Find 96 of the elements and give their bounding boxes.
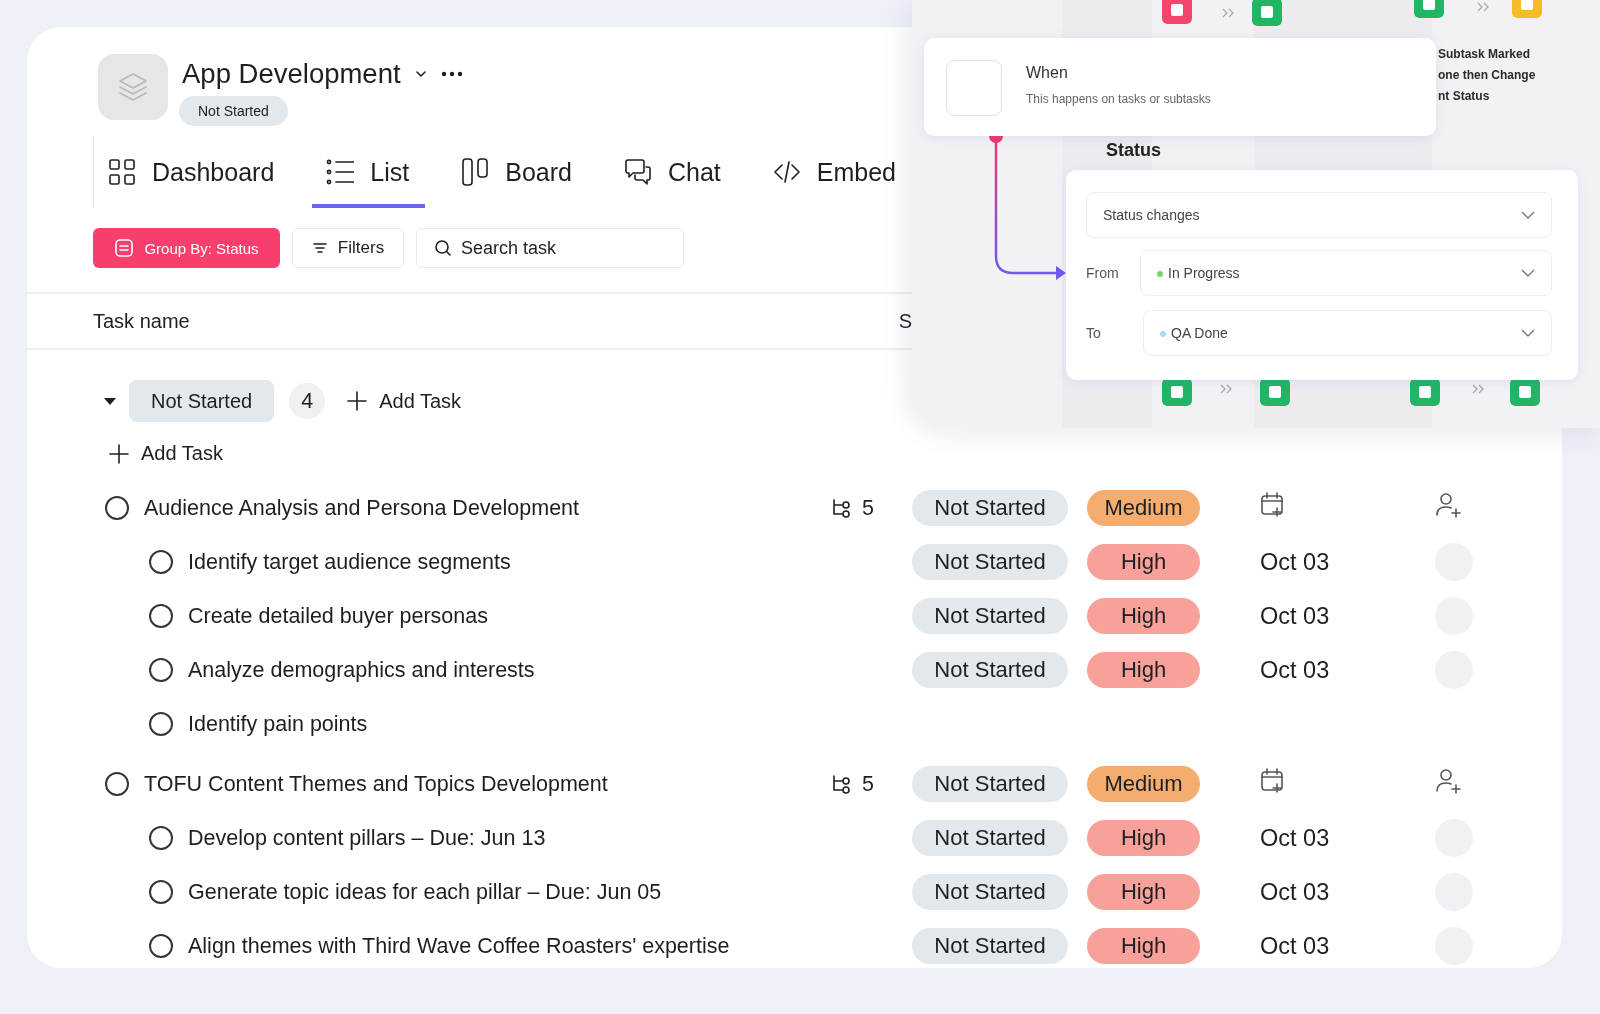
plus-icon [109, 443, 129, 464]
due-date: Oct 03 [1260, 878, 1330, 905]
view-tab[interactable]: Embed [772, 136, 912, 208]
status-select[interactable]: In Progress [1140, 250, 1552, 296]
calendar-add-icon[interactable] [1260, 768, 1286, 794]
task-checkbox[interactable] [149, 604, 173, 628]
automation-description: Subtask Marked one then Change nt Status [1438, 46, 1536, 105]
status-pill[interactable]: Not Started [912, 544, 1068, 580]
task-name: Identify pain points [188, 711, 368, 737]
event-select[interactable]: Status changes [1086, 192, 1552, 238]
group-label: Not Started [129, 380, 275, 422]
double-chevron-icon [1220, 384, 1232, 394]
group-by-button[interactable]: Group By: Status [93, 228, 280, 268]
due-date: Oct 03 [1260, 548, 1330, 575]
status-pill[interactable]: Not Started [912, 598, 1068, 634]
add-task-button[interactable]: Add Task [347, 389, 462, 413]
view-tab[interactable]: Chat [623, 136, 737, 208]
field-label: To [1086, 325, 1101, 341]
task-checkbox[interactable] [149, 658, 173, 682]
due-date: Oct 03 [1260, 602, 1330, 629]
chevron-down-icon [1521, 211, 1535, 219]
more-icon[interactable] [440, 70, 463, 78]
priority-pill[interactable]: Medium [1087, 490, 1200, 526]
task-name: Develop content pillars – Due: Jun 13 [188, 825, 546, 851]
status-select[interactable]: QA Done [1143, 310, 1552, 356]
double-chevron-icon [1472, 384, 1484, 394]
due-date: Oct 03 [1260, 824, 1330, 851]
priority-pill[interactable]: High [1087, 598, 1200, 634]
priority-pill[interactable]: Medium [1087, 766, 1200, 802]
priority-pill[interactable]: High [1087, 820, 1200, 856]
filters-button[interactable]: Filters [292, 228, 404, 268]
app-icon [1162, 0, 1192, 24]
section-label: Status [1106, 140, 1161, 161]
priority-pill[interactable]: High [1087, 544, 1200, 580]
double-chevron-icon [1477, 2, 1489, 12]
chevron-down-icon [1521, 329, 1535, 337]
view-tab[interactable]: List [312, 136, 426, 208]
chat-icon [623, 158, 652, 186]
task-name: Align themes with Third Wave Coffee Roasters' expertise [188, 933, 730, 959]
priority-pill[interactable]: High [1087, 874, 1200, 910]
status-pill[interactable]: Not Started [912, 766, 1068, 802]
status-pill[interactable]: Not Started [912, 928, 1068, 964]
app-icon [1252, 0, 1282, 26]
status-pill[interactable]: Not Started [912, 490, 1068, 526]
add-person-icon[interactable] [1435, 492, 1463, 518]
subtask-icon [832, 774, 852, 794]
subtask-icon [832, 498, 852, 518]
task-name: Analyze demographics and interests [188, 657, 535, 683]
trigger-description: This happens on tasks or subtasks [1026, 92, 1211, 106]
search-field[interactable]: Search task [416, 228, 684, 268]
calendar-add-icon[interactable] [1260, 492, 1286, 518]
column-header: S [898, 309, 912, 333]
task-name: Audience Analysis and Persona Development [144, 495, 580, 521]
document-icon [114, 238, 135, 258]
board-icon [461, 158, 490, 186]
due-date: Oct 03 [1260, 656, 1330, 683]
filter-icon [311, 241, 328, 255]
column-header: Task name [93, 309, 190, 333]
priority-pill[interactable]: High [1087, 652, 1200, 688]
due-date: Oct 03 [1260, 932, 1330, 959]
status-pill[interactable]: Not Started [912, 874, 1068, 910]
field-label: From [1086, 265, 1119, 281]
double-chevron-icon [1222, 8, 1234, 18]
trigger-icon-placeholder [946, 60, 1002, 116]
task-name: Generate topic ideas for each pillar – Due: Jun 05 [188, 879, 662, 905]
code-icon [772, 158, 801, 186]
task-name: TOFU Content Themes and Topics Development [144, 771, 608, 797]
project-title: App Development [182, 58, 401, 90]
status-pill[interactable]: Not Started [912, 652, 1068, 688]
task-checkbox[interactable] [105, 496, 129, 520]
grid-icon [108, 158, 136, 186]
count-badge: 4 [289, 383, 326, 419]
view-tab[interactable]: Dashboard [108, 136, 291, 208]
task-checkbox[interactable] [149, 550, 173, 574]
trigger-card[interactable]: When This happens on tasks or subtasks [924, 38, 1436, 136]
task-checkbox[interactable] [149, 880, 173, 904]
list-icon [326, 158, 355, 186]
subtask-count: 5 [862, 495, 874, 521]
status-pill[interactable]: Not Started [912, 820, 1068, 856]
caret-icon[interactable] [103, 395, 117, 407]
task-checkbox[interactable] [105, 772, 129, 796]
status-badge: Not Started [179, 96, 288, 126]
add-task-button[interactable]: Add Task [109, 442, 223, 465]
plus-icon [347, 391, 368, 411]
task-checkbox[interactable] [149, 826, 173, 850]
subtask-count: 5 [862, 771, 874, 797]
task-name: Identify target audience segments [188, 549, 511, 575]
trigger-title: When [1026, 64, 1068, 82]
task-checkbox[interactable] [149, 934, 173, 958]
task-name: Create detailed buyer personas [188, 603, 488, 629]
chevron-down-icon [1521, 269, 1535, 277]
view-tab[interactable]: Board [461, 136, 588, 208]
add-person-icon[interactable] [1435, 768, 1463, 794]
priority-pill[interactable]: High [1087, 928, 1200, 964]
task-checkbox[interactable] [149, 712, 173, 736]
chevron-down-icon[interactable] [414, 69, 427, 79]
